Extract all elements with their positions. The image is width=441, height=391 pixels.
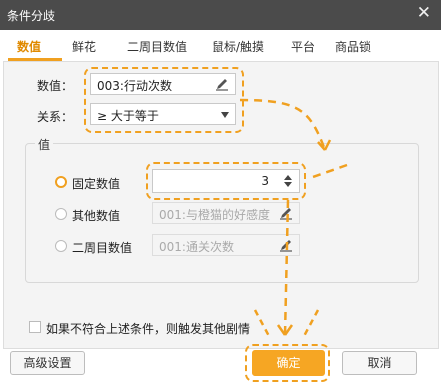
tab-product-lock[interactable]: 商品锁 [335,38,371,55]
value-label: 数值： [37,79,74,93]
cancel-button[interactable]: 取消 [342,351,417,375]
fixed-value-label: 固定数值 [72,177,121,191]
tab-flowers[interactable]: 鲜花 [72,38,96,55]
annotation-highlight-fixed-value [146,162,306,200]
other-value-selector[interactable]: 001:与橙猫的好感度 [152,202,300,224]
tab-value[interactable]: 数值 [17,38,41,55]
annotation-highlight-ok [245,344,330,382]
other-value-label: 其他数值 [72,209,121,223]
tab-second-round-value[interactable]: 二周目数值 [127,38,187,55]
tab-bar: 数值 鲜花 二周目数值 鼠标/触摸 平台 商品锁 [0,30,441,60]
close-icon[interactable]: ✕ [417,3,431,23]
value-group-title: 值 [35,136,54,153]
annotation-highlight-value-relation [84,67,244,133]
other-value-text: 001:与橙猫的好感度 [159,208,270,222]
second-round-value-label: 二周目数值 [72,241,133,255]
else-plot-checkbox[interactable] [29,321,41,333]
relation-label: 关系： [37,110,74,124]
else-plot-label: 如果不符合上述条件，则触发其他剧情 [46,322,251,336]
tab-mouse-touch[interactable]: 鼠标/触摸 [212,38,264,55]
pencil-icon[interactable] [279,238,293,252]
radio-fixed-value[interactable] [55,176,67,188]
second-round-value-selector[interactable]: 001:通关次数 [152,234,300,256]
radio-second-round-value[interactable] [55,240,67,252]
advanced-settings-button[interactable]: 高级设置 [10,351,85,375]
title-bar: 条件分歧 ✕ [0,0,441,30]
radio-other-value[interactable] [55,208,67,220]
window-title: 条件分歧 [7,9,56,23]
second-round-value-text: 001:通关次数 [159,240,234,254]
pencil-icon[interactable] [279,206,293,220]
tab-platform[interactable]: 平台 [291,38,315,55]
